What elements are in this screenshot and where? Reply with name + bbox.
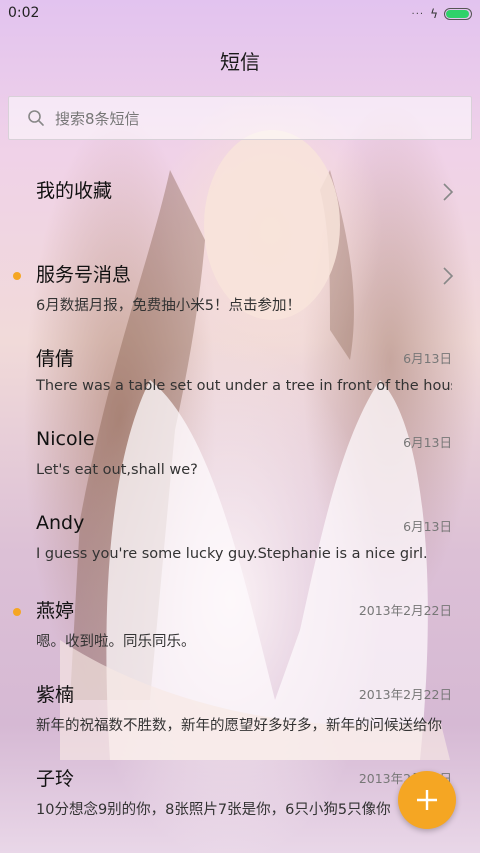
contact-name: 倩倩 (36, 348, 75, 370)
unread-dot (13, 272, 21, 280)
conversation-item[interactable]: 紫楠 2013年2月22日新年的祝福数不胜数，新年的愿望好多好多，新年的问候送给你 (0, 654, 480, 738)
battery-icon (444, 8, 472, 20)
message-preview: There was a table set out under a tree i… (36, 378, 452, 394)
message-date: 6月13日 (403, 351, 452, 366)
message-preview: 10分想念9别的你，8张照片7张是你，6只小狗5只像你 (36, 802, 391, 818)
chevron-right-icon (443, 267, 454, 285)
contact-name: Andy (36, 512, 85, 534)
contact-name: 紫楠 (36, 684, 75, 706)
search-bar[interactable] (8, 96, 472, 141)
service-preview: 6月数据月报，免费抽小米5！点击参加！ (36, 298, 301, 314)
message-date: 2013年2月22日 (358, 687, 452, 702)
message-date: 6月13日 (403, 519, 452, 534)
message-preview: I guess you're some lucky guy.Stephanie … (36, 546, 428, 562)
plus-icon (417, 790, 437, 810)
status-icons: ··· ϟ (412, 7, 472, 21)
contact-name: 子玲 (36, 768, 75, 790)
message-list: 我的收藏 服务号消息 6月数据月报，免费抽小米5！点击参加！ 倩倩 6月13日 Th… (0, 150, 480, 822)
service-messages-item[interactable]: 服务号消息 6月数据月报，免费抽小米5！点击参加！ (0, 234, 480, 318)
title-bar: 短信 (0, 30, 480, 90)
unread-dot (13, 608, 21, 616)
message-date: 2013年2月22日 (358, 603, 452, 618)
conversation-item[interactable]: Andy 6月13日 I guess you're some lucky guy.S… (0, 486, 480, 570)
favorites-item[interactable]: 我的收藏 (0, 150, 480, 234)
conversation-item[interactable]: 燕婷 2013年2月22日嗯。收到啦。同乐同乐。 (0, 570, 480, 654)
conversation-item[interactable]: 倩倩 6月13日 There was a table set out under a… (0, 318, 480, 402)
favorites-label: 我的收藏 (36, 180, 113, 202)
contact-name: 燕婷 (36, 600, 75, 622)
message-preview: 嗯。收到啦。同乐同乐。 (36, 634, 196, 650)
status-time: 0:02 (8, 5, 40, 21)
status-bar: 0:02 ··· ϟ (0, 0, 480, 30)
search-icon (28, 110, 44, 126)
message-date: 6月13日 (403, 435, 452, 450)
message-preview: 新年的祝福数不胜数，新年的愿望好多好多，新年的问候送给你 (36, 718, 442, 734)
page-title: 短信 (220, 49, 260, 74)
charging-icon: ϟ (430, 7, 438, 21)
chevron-right-icon (443, 183, 454, 201)
conversation-item[interactable]: Nicole 6月13日 Let's eat out,shall we? (0, 402, 480, 486)
new-message-button[interactable] (398, 771, 456, 829)
contact-name: Nicole (36, 428, 95, 450)
message-preview: Let's eat out,shall we? (36, 462, 198, 478)
search-input[interactable] (53, 97, 457, 141)
service-title: 服务号消息 (36, 264, 132, 286)
signal-icon: ··· (411, 8, 425, 20)
